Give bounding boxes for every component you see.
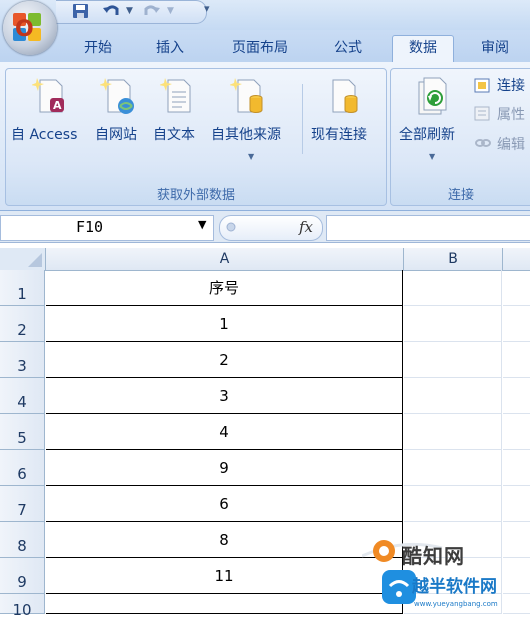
from-other-sources-button[interactable]: 自其他来源 [211,124,281,144]
cell-a9[interactable]: 11 [46,558,403,594]
cell-b2[interactable] [404,306,502,342]
cell-a6[interactable]: 9 [46,450,403,486]
web-query-icon [100,78,134,114]
name-box-dropdown-icon[interactable]: ▼ [198,218,206,231]
cell-a5[interactable]: 4 [46,414,403,450]
row-header[interactable]: 4 [0,378,45,414]
formula-input[interactable] [326,215,530,241]
tab-page-layout[interactable]: 页面布局 [218,36,302,62]
cell-c4[interactable] [503,378,530,414]
existing-connections-button[interactable]: 现有连接 [311,124,367,144]
from-access-button[interactable]: 自 Access [11,124,77,144]
cell-a7[interactable]: 6 [46,486,403,522]
cell-b3[interactable] [404,342,502,378]
from-web-button[interactable]: 自网站 [95,124,137,144]
cell-b4[interactable] [404,378,502,414]
group-label: 获取外部数据 [156,188,235,203]
office-logo-icon: O [13,13,41,42]
redo-dropdown-icon[interactable]: ▼ [167,6,174,16]
undo-icon[interactable] [102,3,120,19]
cell-a1[interactable]: 序号 [46,270,403,306]
cell-b1[interactable] [404,270,502,306]
cell-c7[interactable] [503,486,530,522]
cell-c3[interactable] [503,342,530,378]
name-box-value: F10 [76,218,104,236]
cell-b5[interactable] [404,414,502,450]
connections-icon [474,78,490,93]
row-header[interactable]: 1 [0,270,45,306]
connections-button[interactable]: 连接 [497,75,525,95]
cell-c6[interactable] [503,450,530,486]
row-header[interactable]: 6 [0,450,45,486]
watermark-url: www.yueyangbang.com [414,600,498,608]
cell-a2[interactable]: 1 [46,306,403,342]
other-sources-dropdown-icon[interactable]: ▼ [248,152,254,161]
ribbon-separator [302,84,303,154]
refresh-all-button[interactable]: 全部刷新 [399,124,455,144]
row-header[interactable]: 5 [0,414,45,450]
redo-icon[interactable] [143,3,161,19]
tab-data[interactable]: 数据 [392,35,454,63]
row-header[interactable]: 9 [0,558,45,594]
resize-handle-icon[interactable] [224,219,238,235]
column-header-a[interactable]: A [46,248,404,271]
watermark-subtitle: 越半软件网 [412,577,497,597]
cell-b7[interactable] [404,486,502,522]
properties-button[interactable]: 属性 [497,104,525,124]
other-sources-icon [230,78,263,113]
properties-icon [474,106,490,121]
from-text-button[interactable]: 自文本 [153,124,195,144]
cell-b6[interactable] [404,450,502,486]
tab-home[interactable]: 开始 [70,36,126,62]
cell-a8[interactable]: 8 [46,522,403,558]
svg-text:A: A [53,99,62,112]
cell-a4[interactable]: 3 [46,378,403,414]
column-header-b[interactable]: B [404,248,503,271]
save-icon[interactable] [72,3,90,19]
row-header[interactable]: 2 [0,306,45,342]
edit-links-button[interactable]: 编辑 [497,134,525,154]
tab-formulas[interactable]: 公式 [320,36,376,62]
access-database-icon: A [32,78,64,113]
row-header[interactable]: 7 [0,486,45,522]
column-header-c[interactable] [503,248,530,271]
select-all-triangle-icon [28,253,42,267]
cell-a10[interactable] [46,594,403,614]
customize-arrow-icon[interactable]: ▾ [204,2,210,15]
row-header[interactable]: 3 [0,342,45,378]
cell-a3[interactable]: 2 [46,342,403,378]
refresh-all-icon [418,77,447,115]
cell-c5[interactable] [503,414,530,450]
row-header[interactable]: 10 [0,594,45,619]
existing-connections-icon [332,79,358,113]
group-label: 连接 [447,188,474,203]
edit-links-icon [475,139,491,147]
undo-dropdown-icon[interactable]: ▼ [126,6,133,16]
tab-insert[interactable]: 插入 [140,36,200,62]
tab-review[interactable]: 审阅 [466,36,524,62]
row-header[interactable]: 8 [0,522,45,558]
refresh-dropdown-icon[interactable]: ▼ [429,152,435,161]
cell-c1[interactable] [503,270,530,306]
insert-function-button[interactable]: fx [299,215,313,239]
cell-c2[interactable] [503,306,530,342]
svg-text:O: O [15,17,34,42]
text-file-icon [160,78,191,113]
name-box[interactable] [0,215,214,241]
watermark-title: 酷知网 [402,544,465,568]
